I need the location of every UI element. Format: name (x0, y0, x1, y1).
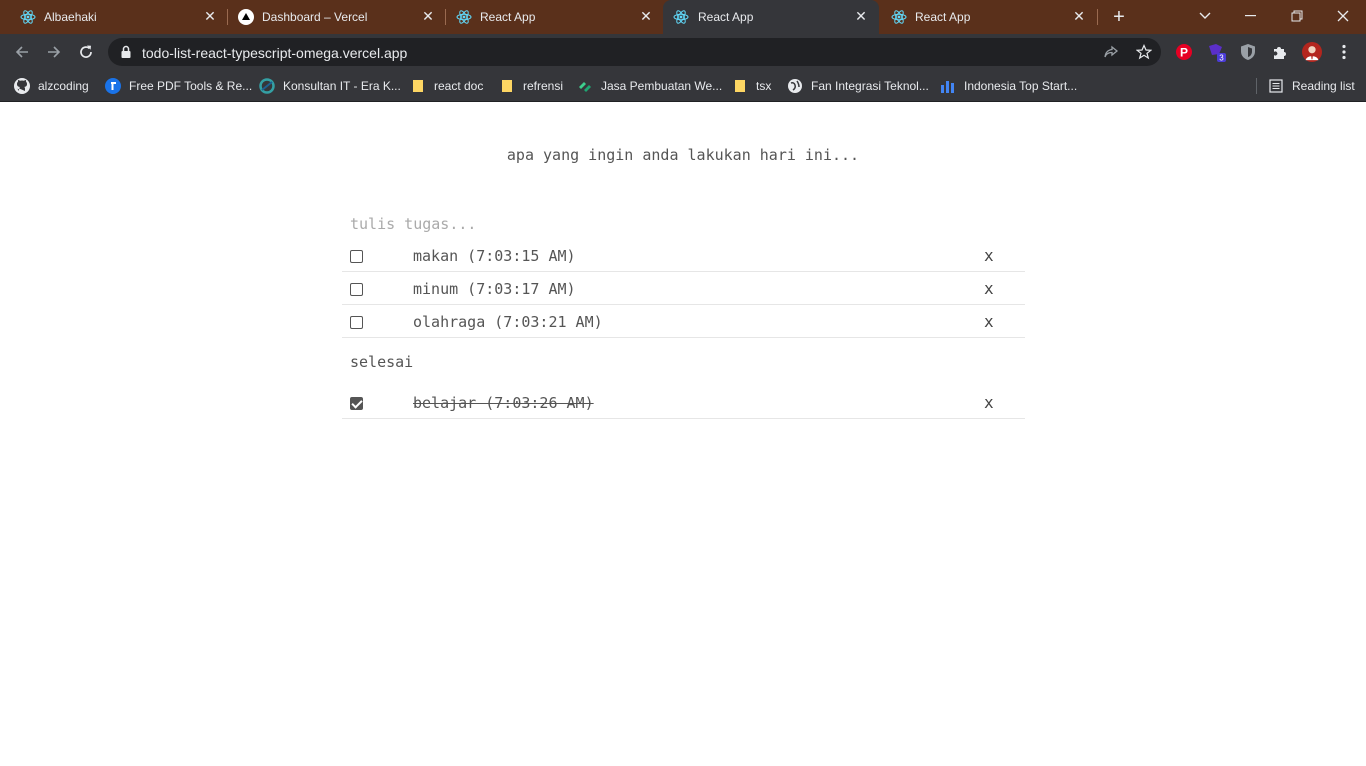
folder-icon (499, 78, 515, 94)
bookmarks-bar: alzcoding Free PDF Tools & Re... Konsult… (0, 70, 1366, 102)
back-arrow-icon (15, 46, 28, 58)
address-bar[interactable]: todo-list-react-typescript-omega.vercel.… (108, 38, 1161, 66)
bookmark-star-icon[interactable] (1136, 44, 1152, 60)
close-icon[interactable]: ✕ (638, 8, 654, 24)
minimize-button[interactable] (1239, 5, 1263, 27)
vercel-icon (238, 9, 254, 25)
app-heading: apa yang ingin anda lakukan hari ini... (506, 146, 860, 164)
reading-list-icon (1268, 78, 1284, 94)
react-icon (456, 9, 472, 25)
github-icon (14, 78, 30, 94)
tab-title: React App (915, 10, 971, 24)
done-section-label: selesai (350, 353, 414, 371)
tab-title: React App (698, 10, 754, 24)
tab-react-app-active[interactable]: React App ✕ (663, 0, 879, 34)
tab-search-icon[interactable] (1193, 5, 1217, 27)
todo-app: apa yang ingin anda lakukan hari ini... … (0, 103, 1366, 766)
url-text[interactable]: todo-list-react-typescript-omega.vercel.… (142, 45, 407, 61)
delete-todo-button[interactable]: x (984, 246, 994, 265)
done-todo-text: belajar (7:03:26 AM) (413, 394, 594, 412)
bookmark-konsultan-it[interactable]: Konsultan IT - Era K... (259, 76, 401, 96)
pinterest-icon[interactable]: P (1174, 42, 1194, 62)
tab-title: Albaehaki (44, 10, 97, 24)
delete-todo-button[interactable]: x (984, 312, 994, 331)
todo-text: olahraga (7:03:21 AM) (413, 313, 603, 331)
pdf-tool-icon (105, 78, 121, 94)
bookmark-label: Jasa Pembuatan We... (601, 79, 723, 93)
todo-checkbox[interactable] (350, 283, 363, 296)
bookmark-label: Free PDF Tools & Re... (129, 79, 253, 93)
new-tab-button[interactable]: + (1108, 6, 1130, 28)
bookmark-jasa-pembuatan[interactable]: Jasa Pembuatan We... (577, 76, 722, 96)
bookmark-label: alzcoding (38, 79, 89, 93)
folder-icon (410, 78, 426, 94)
tab-vercel-dashboard[interactable]: Dashboard – Vercel ✕ (218, 0, 446, 34)
restore-button[interactable] (1285, 5, 1309, 27)
new-task-input[interactable] (342, 211, 1025, 237)
tab-strip: Albaehaki ✕ Dashboard – Vercel ✕ React A… (0, 0, 1366, 34)
reload-button[interactable] (74, 40, 98, 64)
back-button[interactable] (10, 40, 34, 64)
svg-text:P: P (1180, 46, 1188, 60)
close-window-button[interactable] (1331, 5, 1355, 27)
bookmark-fan-integrasi[interactable]: Fan Integrasi Teknol... (787, 76, 929, 96)
bookmark-free-pdf-tools[interactable]: Free PDF Tools & Re... (105, 76, 252, 96)
tab-title: Dashboard – Vercel (262, 10, 368, 24)
shield-icon[interactable] (1238, 42, 1258, 62)
bookmark-label: Konsultan IT - Era K... (283, 79, 401, 93)
delete-todo-button[interactable]: x (984, 393, 994, 412)
menu-kebab-icon[interactable] (1334, 42, 1354, 62)
tab-separator (1097, 9, 1098, 25)
todo-text: makan (7:03:15 AM) (413, 247, 576, 265)
todo-item: makan (7:03:15 AM) x (342, 239, 1025, 272)
bookmarks-separator (1256, 78, 1257, 94)
profile-avatar[interactable] (1302, 42, 1322, 62)
bookmark-label: refrensi (523, 79, 564, 93)
bookmark-label: Indonesia Top Start... (964, 79, 1078, 93)
bar-chart-icon (940, 78, 956, 94)
folder-icon (732, 78, 748, 94)
bookmark-alzcoding[interactable]: alzcoding (14, 76, 89, 96)
globe-icon (787, 78, 803, 94)
lock-icon[interactable] (120, 45, 132, 59)
bookmark-label: tsx (756, 79, 772, 93)
close-icon[interactable]: ✕ (420, 8, 436, 24)
todo-text: minum (7:03:17 AM) (413, 280, 576, 298)
site-icon (577, 78, 593, 94)
bookmark-react-doc[interactable]: react doc (410, 76, 483, 96)
share-icon[interactable] (1103, 44, 1119, 60)
react-icon (20, 9, 36, 25)
extension-badge-count: 3 (1219, 54, 1224, 63)
react-icon (891, 9, 907, 25)
tab-title: React App (480, 10, 536, 24)
browser-toolbar: todo-list-react-typescript-omega.vercel.… (0, 34, 1366, 70)
bookmark-label: Fan Integrasi Teknol... (811, 79, 929, 93)
tab-react-app-1[interactable]: React App ✕ (436, 0, 664, 34)
delete-todo-button[interactable]: x (984, 279, 994, 298)
forward-arrow-icon (48, 46, 61, 58)
todo-checkbox[interactable] (350, 316, 363, 329)
bookmark-refrensi[interactable]: refrensi (499, 76, 563, 96)
todo-item: minum (7:03:17 AM) x (342, 272, 1025, 305)
tab-react-app-3[interactable]: React App ✕ (879, 0, 1097, 34)
bookmark-label: react doc (434, 79, 484, 93)
react-icon (673, 9, 689, 25)
todo-item: olahraga (7:03:21 AM) x (342, 305, 1025, 338)
done-todo-item: belajar (7:03:26 AM) x (342, 386, 1025, 419)
extension-badge-icon[interactable]: 3 (1206, 42, 1226, 62)
reading-list-button[interactable]: Reading list (1268, 76, 1355, 96)
extensions-puzzle-icon[interactable] (1270, 42, 1290, 62)
bookmark-tsx[interactable]: tsx (732, 76, 771, 96)
reading-list-label: Reading list (1292, 79, 1355, 93)
close-icon[interactable]: ✕ (202, 8, 218, 24)
close-icon[interactable]: ✕ (1071, 8, 1087, 24)
bookmark-indonesia-top-startups[interactable]: Indonesia Top Start... (940, 76, 1077, 96)
forward-button[interactable] (42, 40, 66, 64)
todo-checkbox-checked[interactable] (350, 397, 363, 410)
close-icon[interactable]: ✕ (853, 8, 869, 24)
reload-icon (80, 45, 92, 58)
globe-icon (259, 78, 275, 94)
todo-checkbox[interactable] (350, 250, 363, 263)
tab-albaehaki[interactable]: Albaehaki ✕ (0, 0, 228, 34)
